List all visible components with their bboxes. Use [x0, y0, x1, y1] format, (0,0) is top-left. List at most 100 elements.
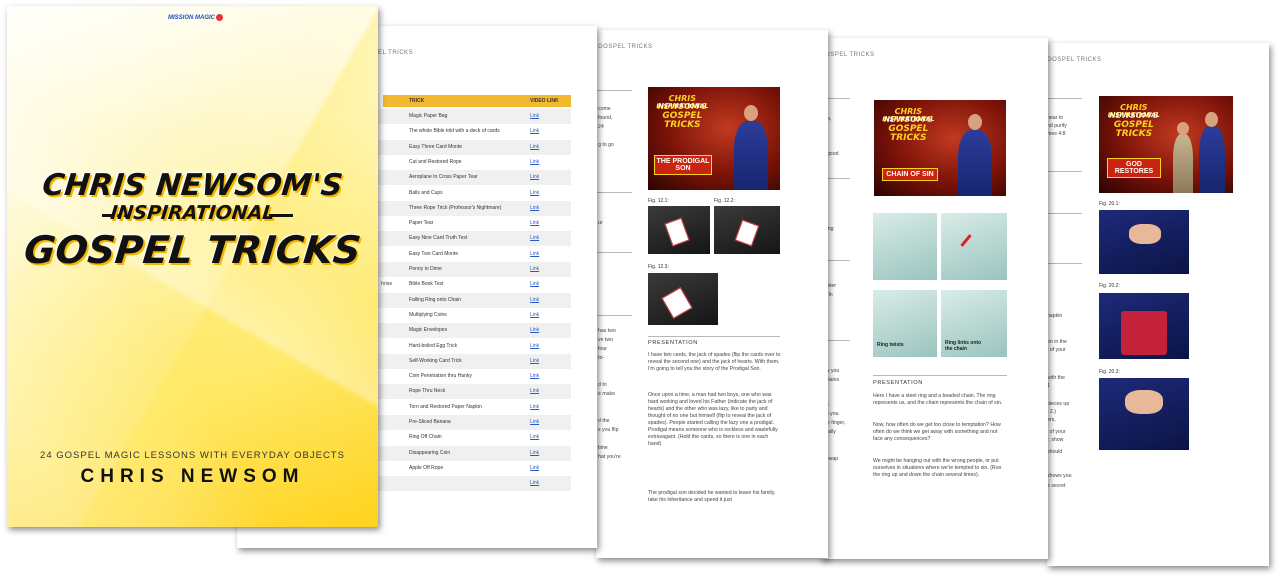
table-row: Paper Tear Link	[367, 216, 571, 231]
text-fragment: has two	[598, 328, 616, 334]
playing-card-icon	[661, 287, 693, 319]
table-row: Balls and Cups Link	[367, 186, 571, 201]
figure-photo	[1099, 293, 1189, 359]
trick-title: Multiplying Coins	[409, 311, 447, 318]
video-banner-image: CHRIS NEWSOM'S INSPIRATIONAL GOSPEL TRIC…	[874, 100, 1006, 196]
column-header-trick: TRICK	[409, 98, 425, 104]
body-paragraph: The prodigal son decided he wanted to le…	[648, 490, 776, 503]
table-row: Falling Ring onto Chain Link	[367, 292, 571, 308]
video-banner-image: CHRIS NEWSOM'S INSPIRATIONAL GOSPEL TRIC…	[648, 87, 780, 190]
text-fragment: shows you	[1047, 473, 1072, 479]
book-cover: MISSION MAGIC CHRIS NEWSOM'S INSPIRATION…	[7, 6, 378, 527]
table-row: Multiplying Coins Link	[367, 308, 571, 323]
video-link[interactable]: Link	[530, 327, 539, 333]
video-link[interactable]: Link	[530, 113, 539, 119]
video-link[interactable]: Link	[530, 465, 539, 471]
video-link[interactable]: Link	[530, 128, 539, 134]
red-arrow-icon	[960, 234, 972, 247]
body-paragraph: I have two cards, the jack of spades (fl…	[648, 352, 781, 372]
playing-card-icon	[734, 219, 760, 247]
banner-title: GOSPEL TRICKS	[1113, 120, 1154, 139]
text-fragment: with the	[1047, 375, 1065, 381]
trick-title: Three Rope Trick (Professor's Nightmare)	[409, 204, 502, 211]
video-link[interactable]: Link	[530, 434, 539, 440]
text-fragment: d to	[598, 382, 607, 388]
table-row: Ring Off Chain Link	[367, 430, 571, 445]
trick-title: Easy Nine Card Truth Test	[409, 235, 468, 242]
figure-caption: Fig. 12.1:	[648, 198, 669, 204]
video-link[interactable]: Link	[530, 358, 539, 364]
text-fragment: on in the	[1047, 339, 1067, 345]
table-row: Coin Penetration thru Hanky Link	[367, 369, 571, 384]
trick-title: Torn and Restored Paper Napkin	[409, 403, 482, 410]
presenter-figure	[958, 130, 992, 196]
video-link[interactable]: Link	[530, 159, 539, 165]
video-link[interactable]: Link	[530, 419, 539, 425]
figure-photo	[714, 206, 780, 254]
cover-title-line-2: INSPIRATIONAL	[109, 202, 276, 224]
video-link[interactable]: Link	[530, 388, 539, 394]
text-fragment: four	[598, 346, 607, 352]
text-fragment: mes 4:8	[1047, 131, 1066, 137]
trick-title: Self-Working Card Trick	[409, 357, 462, 364]
logo-circle-icon	[216, 14, 224, 21]
video-link[interactable]: Link	[530, 144, 539, 150]
text-fragment: ur	[598, 220, 603, 226]
video-link[interactable]: Link	[530, 373, 539, 379]
banner-subtitle: GOD RESTORES	[1107, 158, 1161, 178]
figure-photo: Ring links onto the chain	[941, 290, 1007, 357]
title-bar-right	[269, 214, 293, 217]
figure-caption: Fig. 12.3:	[648, 264, 669, 270]
figure-photo	[1099, 378, 1189, 450]
assistant-head	[1177, 122, 1189, 135]
video-link[interactable]: Link	[530, 480, 539, 486]
presenter-head	[1205, 112, 1218, 127]
video-link[interactable]: Link	[530, 205, 539, 211]
figure-photo	[873, 213, 937, 280]
table-row: Easy Two Card Monte Link	[367, 247, 571, 262]
text-fragment: s you flip	[598, 427, 619, 433]
video-link[interactable]: Link	[530, 235, 539, 241]
table-row: Pre-Sliced Banana Link	[367, 415, 571, 430]
figure-caption: Fig. 20.2:	[1099, 283, 1120, 289]
video-link[interactable]: Link	[530, 343, 539, 349]
video-link[interactable]: Link	[530, 266, 539, 272]
text-fragment: t 2.)	[1047, 409, 1056, 415]
video-link[interactable]: Link	[530, 190, 539, 196]
video-link[interactable]: Link	[530, 281, 539, 287]
table-row: Magic Envelopes Link	[367, 323, 571, 339]
video-link[interactable]: Link	[530, 251, 539, 257]
text-fragment: e secret	[1047, 483, 1066, 489]
presenter-figure	[734, 121, 768, 190]
trick-title: The whole Bible told with a deck of card…	[409, 128, 500, 135]
video-link[interactable]: Link	[530, 404, 539, 410]
trick-title: Ring Off Chain	[409, 434, 442, 441]
cover-author: CHRIS NEWSOM	[80, 466, 305, 487]
page-chain-of-sin: GOSPEL TRICKS hem, ds good falling amete…	[820, 38, 1048, 559]
video-link[interactable]: Link	[530, 220, 539, 226]
text-fragment: to-	[598, 355, 605, 361]
video-link[interactable]: Link	[530, 297, 539, 303]
figure-caption: Fig. 20.3:	[1099, 369, 1120, 375]
trick-title: Hard-boiled Egg Trick	[409, 342, 458, 349]
trick-title: Penny to Dime	[409, 266, 442, 272]
table-row: Hard-boiled Egg Trick Link	[367, 339, 571, 354]
page-prodigal-son: GOSPEL TRICKS come found, 24 g to go ur …	[596, 30, 828, 558]
text-fragment: time	[598, 445, 608, 451]
cover-subtitle: 24 GOSPEL MAGIC LESSONS WITH EVERYDAY OB…	[40, 450, 345, 461]
publisher-logo-text: MISSION MAGIC	[168, 15, 216, 22]
video-link[interactable]: Link	[530, 450, 539, 456]
trick-title: Balls and Cups	[409, 189, 443, 196]
video-link[interactable]: Link	[530, 312, 539, 318]
napkin-shape	[1121, 311, 1167, 355]
page-god-restores: GOSPEL TRICKS near to nd purify mes 4:8 …	[1047, 43, 1269, 566]
trick-title: Coin Penetration thru Hanky	[409, 373, 472, 380]
trick-title: Magic Envelopes	[409, 327, 448, 334]
video-link[interactable]: Link	[530, 174, 539, 180]
section-heading: PRESENTATION	[648, 340, 698, 346]
divider	[596, 252, 632, 253]
page-header: GOSPEL TRICKS	[820, 52, 875, 58]
divider	[596, 315, 632, 316]
banner-subtitle: CHAIN OF SIN	[882, 168, 938, 181]
banner-title: INSPIRATIONAL	[882, 116, 935, 123]
